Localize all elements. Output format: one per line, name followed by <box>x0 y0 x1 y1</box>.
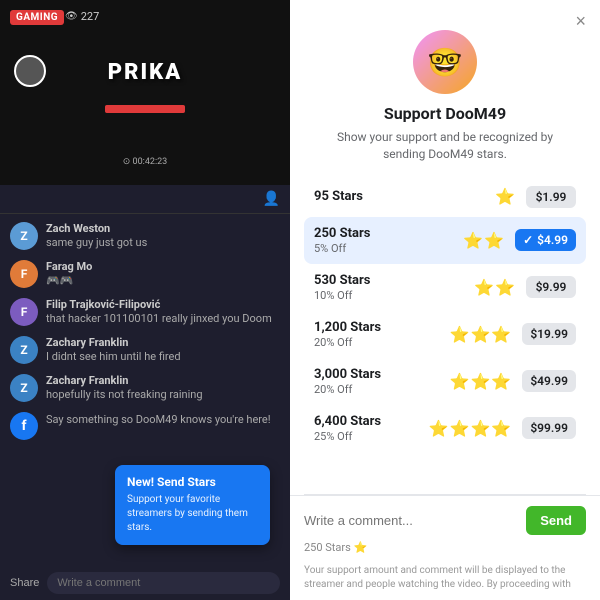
star-amount: 1,200 Stars <box>314 320 440 335</box>
tooltip-popup: New! Send Stars Support your favorite st… <box>115 465 270 545</box>
star-discount: 10% Off <box>314 289 464 302</box>
avatar: Z <box>10 222 38 250</box>
share-button[interactable]: Share <box>10 577 39 589</box>
video-bar <box>105 105 185 113</box>
chat-text: same guy just got us <box>46 236 147 249</box>
chat-text: that hacker 101100101 really jinxed you … <box>46 312 272 325</box>
list-item: Z Zach Weston same guy just got us <box>10 222 280 250</box>
comment-input-row: Send <box>304 506 586 535</box>
modal-avatar-section: 🤓 Support DooM49 Show your support and b… <box>290 30 600 177</box>
chat-username: Zachary Franklin <box>46 336 181 349</box>
star-icons: ⭐⭐⭐ <box>450 372 513 391</box>
comment-input-mini[interactable] <box>47 572 280 594</box>
modal-header: × <box>290 0 600 30</box>
viewer-count: 👁 227 <box>65 10 99 23</box>
eye-icon: 👁 <box>65 11 78 22</box>
star-option-95[interactable]: 95 Stars ⭐ $1.99 <box>304 177 586 217</box>
star-discount: 20% Off <box>314 383 440 396</box>
bottom-bar: Share <box>0 566 290 600</box>
send-button[interactable]: Send <box>526 506 586 535</box>
star-amount: 6,400 Stars <box>314 414 419 429</box>
star-price-selected[interactable]: ✓ $4.99 <box>515 229 576 251</box>
star-option-6400[interactable]: 6,400 Stars 25% Off ⭐⭐⭐⭐ $99.99 <box>304 405 586 452</box>
video-area: GAMING 👁 227 PRIKA ⊙ 00:42:23 <box>0 0 290 185</box>
star-price[interactable]: $99.99 <box>522 417 576 439</box>
star-discount: 20% Off <box>314 336 440 349</box>
star-icons: ⭐⭐⭐ <box>450 325 513 344</box>
left-panel: GAMING 👁 227 PRIKA ⊙ 00:42:23 👤 Z Zach W… <box>0 0 290 600</box>
chat-text: hopefully its not freaking raining <box>46 388 203 401</box>
list-item: F Farag Mo 🎮🎮 <box>10 260 280 288</box>
comment-input[interactable] <box>304 513 518 528</box>
chat-text: I didnt see him until he fired <box>46 350 181 363</box>
avatar: F <box>10 298 38 326</box>
avatar: Z <box>10 336 38 364</box>
star-amount: 530 Stars <box>314 273 464 288</box>
star-price[interactable]: $49.99 <box>522 370 576 392</box>
list-item: f Say something so DooM49 knows you're h… <box>10 412 280 440</box>
star-price[interactable]: $19.99 <box>522 323 576 345</box>
tooltip-title: New! Send Stars <box>127 475 258 489</box>
star-price[interactable]: $1.99 <box>526 186 576 208</box>
avatar: f <box>10 412 38 440</box>
stream-info: ⊙ 00:42:23 <box>123 157 167 167</box>
right-panel: × 🤓 Support DooM49 Show your support and… <box>290 0 600 600</box>
close-button[interactable]: × <box>575 12 586 30</box>
avatar: 🤓 <box>413 30 477 94</box>
chat-username: Farag Mo <box>46 260 92 273</box>
avatar: Z <box>10 374 38 402</box>
star-option-530[interactable]: 530 Stars 10% Off ⭐⭐ $9.99 <box>304 264 586 311</box>
avatar: F <box>10 260 38 288</box>
modal-subtitle: Show your support and be recognized by s… <box>330 129 560 163</box>
star-amount: 250 Stars <box>314 226 453 241</box>
star-discount: 5% Off <box>314 242 453 255</box>
modal-input-section: Send 250 Stars ⭐ <box>290 495 600 560</box>
star-icons: ⭐⭐ <box>463 231 505 250</box>
list-item: F Filip Trajković-Filipović that hacker … <box>10 298 280 326</box>
star-option-1200[interactable]: 1,200 Stars 20% Off ⭐⭐⭐ $19.99 <box>304 311 586 358</box>
star-option-3000[interactable]: 3,000 Stars 20% Off ⭐⭐⭐ $49.99 <box>304 358 586 405</box>
chat-text: 🎮🎮 <box>46 274 92 287</box>
chat-header: 👤 <box>0 185 290 214</box>
list-item: Z Zachary Franklin I didnt see him until… <box>10 336 280 364</box>
modal-footer-text: Your support amount and comment will be … <box>290 560 600 600</box>
video-title: PRIKA <box>108 60 182 85</box>
star-option-250[interactable]: 250 Stars 5% Off ⭐⭐ ✓ $4.99 <box>304 217 586 264</box>
chat-username: Filip Trajković-Filipović <box>46 298 272 311</box>
chat-username: Zachary Franklin <box>46 374 203 387</box>
list-item: Z Zachary Franklin hopefully its not fre… <box>10 374 280 402</box>
star-amount: 3,000 Stars <box>314 367 440 382</box>
stars-comment-info: 250 Stars ⭐ <box>304 541 586 554</box>
chat-username: Zach Weston <box>46 222 147 235</box>
streamer-avatar <box>14 55 46 87</box>
gaming-badge: GAMING <box>10 10 64 25</box>
modal-title: Support DooM49 <box>384 104 506 123</box>
star-price[interactable]: $9.99 <box>526 276 576 298</box>
tooltip-text: Support your favorite streamers by sendi… <box>127 493 258 535</box>
stars-list: 95 Stars ⭐ $1.99 250 Stars 5% Off ⭐⭐ ✓ $… <box>290 177 600 494</box>
star-discount: 25% Off <box>314 430 419 443</box>
chat-icon[interactable]: 👤 <box>263 191 280 207</box>
star-amount: 95 Stars <box>314 189 485 204</box>
star-icons: ⭐⭐⭐⭐ <box>429 419 513 438</box>
star-icons: ⭐⭐ <box>474 278 516 297</box>
chat-text: Say something so DooM49 knows you're her… <box>46 413 271 426</box>
star-icons: ⭐ <box>495 187 516 206</box>
